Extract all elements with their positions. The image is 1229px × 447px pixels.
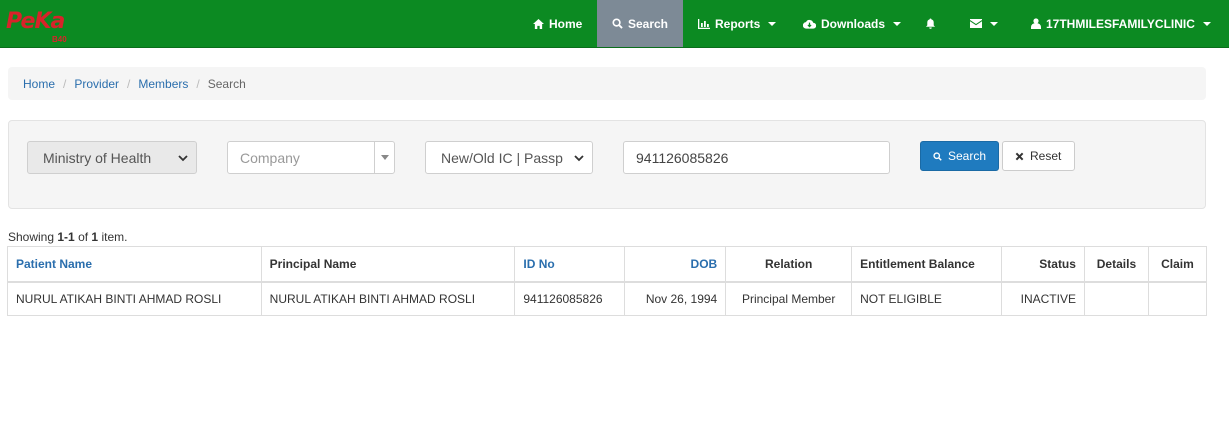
agency-select[interactable]: Ministry of Health <box>27 141 197 174</box>
summary-total: 1 <box>91 230 99 244</box>
nav-messages[interactable] <box>955 0 1013 47</box>
cell-entitlement-balance: NOT ELIGIBLE <box>851 281 1002 316</box>
cell-details <box>1083 281 1149 316</box>
cell-dob: Nov 26, 1994 <box>624 281 727 316</box>
nav-reports-label: Reports <box>715 16 761 31</box>
cell-status: INACTIVE <box>1000 281 1085 316</box>
column-header-status: Status <box>1000 246 1085 283</box>
close-icon <box>1015 152 1024 160</box>
summary-suffix: item. <box>101 230 128 244</box>
nav-downloads-label: Downloads <box>821 16 886 31</box>
cell-claim <box>1147 281 1208 316</box>
chevron-down-icon <box>768 21 777 26</box>
logo-text: PeKa <box>6 9 65 34</box>
nav-downloads[interactable]: Downloads <box>788 0 916 47</box>
nav-home-label: Home <box>549 16 583 31</box>
breadcrumb: Home / Provider / Members / Search <box>8 67 1206 100</box>
column-header-relation: Relation <box>725 246 853 283</box>
breadcrumb-separator: / <box>196 76 200 91</box>
breadcrumb-provider[interactable]: Provider <box>74 77 119 91</box>
agency-select-value: Ministry of Health <box>43 149 152 166</box>
breadcrumb-home[interactable]: Home <box>23 77 55 91</box>
id-type-select[interactable]: New/Old IC | Passp <box>425 141 593 174</box>
search-icon <box>933 151 942 161</box>
table-row: NURUL ATIKAH BINTI AHMAD ROSLI NURUL ATI… <box>7 281 1208 316</box>
chevron-down-icon <box>990 21 998 26</box>
column-header-entitlement-balance: Entitlement Balance <box>851 246 1002 283</box>
cell-principal-name: NURUL ATIKAH BINTI AHMAD ROSLI <box>260 281 516 316</box>
bell-icon <box>925 18 936 29</box>
search-icon <box>612 18 623 29</box>
summary-prefix: Showing <box>8 230 55 244</box>
column-header-claim: Claim <box>1147 246 1208 283</box>
cloud-download-icon <box>803 19 816 29</box>
column-header-id-no[interactable]: ID No <box>514 246 626 283</box>
bar-chart-icon <box>698 18 710 29</box>
cell-id-no: 941126085826 <box>514 281 626 316</box>
results-summary: Showing 1-1 of 1 item. <box>8 230 127 244</box>
company-combobox[interactable]: Company <box>227 141 395 174</box>
logo-subtext: B40 <box>52 35 67 44</box>
summary-of: of <box>78 230 89 244</box>
search-panel: Ministry of Health Company New/Old IC | … <box>8 120 1206 209</box>
column-header-patient-name[interactable]: Patient Name <box>7 246 262 283</box>
cell-patient-name: NURUL ATIKAH BINTI AHMAD ROSLI <box>7 281 262 316</box>
breadcrumb-separator: / <box>63 76 67 91</box>
reset-button-label: Reset <box>1030 149 1062 163</box>
chevron-down-icon <box>1202 21 1211 26</box>
peka-logo[interactable]: PeKa B40 <box>6 6 76 46</box>
nav-search[interactable]: Search <box>597 0 683 47</box>
column-header-dob[interactable]: DOB <box>624 246 727 283</box>
nav-search-label: Search <box>627 16 668 31</box>
chevron-down-icon <box>178 154 188 161</box>
user-icon <box>1031 18 1041 29</box>
chevron-down-icon <box>893 21 902 26</box>
nav-user-label: 17THMILESFAMILYCLINIC <box>1046 16 1195 31</box>
home-icon <box>533 18 544 29</box>
company-placeholder: Company <box>240 150 300 166</box>
envelope-icon <box>970 19 982 28</box>
search-button-label: Search <box>947 149 986 163</box>
top-navbar: PeKa B40 Home Search Reports Downloads 1… <box>0 0 1229 48</box>
chevron-down-icon <box>574 154 584 161</box>
members-table: Patient Name Principal Name ID No DOB Re… <box>7 246 1208 316</box>
id-number-input[interactable]: 941126085826 <box>623 141 890 174</box>
cell-relation: Principal Member <box>725 281 853 316</box>
column-header-details: Details <box>1083 246 1149 283</box>
breadcrumb-current: Search <box>207 76 246 91</box>
summary-range: 1-1 <box>57 230 75 244</box>
nav-notifications[interactable] <box>910 0 951 47</box>
search-button[interactable]: Search <box>920 141 999 171</box>
id-type-select-value: New/Old IC | Passp <box>441 149 563 166</box>
nav-home[interactable]: Home <box>518 0 597 47</box>
nav-reports[interactable]: Reports <box>683 0 791 47</box>
table-header-row: Patient Name Principal Name ID No DOB Re… <box>7 246 1208 283</box>
company-dropdown-toggle[interactable] <box>374 142 394 173</box>
breadcrumb-members[interactable]: Members <box>138 77 188 91</box>
reset-button[interactable]: Reset <box>1002 141 1075 171</box>
column-header-principal-name: Principal Name <box>260 246 516 283</box>
nav-user-menu[interactable]: 17THMILESFAMILYCLINIC <box>1016 0 1226 47</box>
breadcrumb-separator: / <box>127 76 131 91</box>
